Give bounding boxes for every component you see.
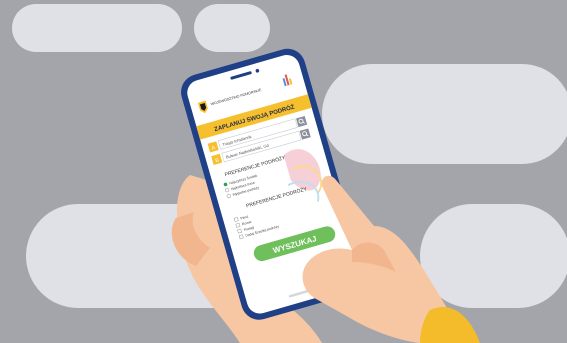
- pill-right-lower: [420, 204, 567, 308]
- pill-top-middle: [194, 4, 270, 52]
- illustration-scene: WOJEWÓDZTWO POMORSKIE ZAPLANUJ SWOJĄ POD…: [0, 0, 567, 343]
- pill-right-upper: [322, 64, 567, 164]
- pill-top-left: [12, 4, 182, 52]
